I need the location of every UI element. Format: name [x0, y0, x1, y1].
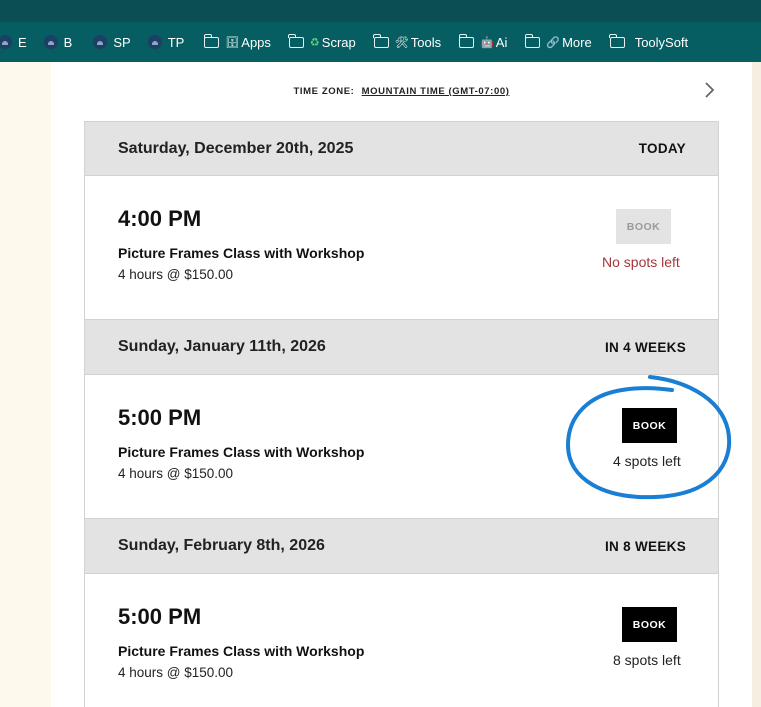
- bookmark-profile-sp[interactable]: SP: [93, 22, 131, 62]
- class-duration-price: 4 hours @ $150.00: [118, 267, 234, 282]
- timezone-selector-link[interactable]: MOUNTAIN TIME (GMT-07:00): [362, 86, 510, 97]
- bookmark-label: Tools: [410, 34, 442, 50]
- spots-remaining: No spots left: [602, 254, 680, 270]
- day-relative-label: IN 4 WEEKS: [604, 339, 686, 355]
- robot-icon: 🤖: [480, 35, 494, 49]
- day-date: Saturday, December 20th, 2025: [118, 139, 354, 157]
- bookmark-folder-more[interactable]: 🔗 More: [524, 22, 592, 62]
- tools-icon: 🛠: [394, 35, 409, 49]
- book-button-disabled: BOOK: [616, 209, 671, 244]
- browser-top-strip: [0, 0, 761, 22]
- slot-time: 5:00 PM: [118, 405, 202, 430]
- class-duration-price: 4 hours @ $150.00: [118, 665, 234, 680]
- day-relative-label: TODAY: [638, 141, 686, 156]
- slot-time: 5:00 PM: [118, 604, 202, 629]
- bookmark-label: E: [18, 34, 27, 50]
- profile-circle-icon: [147, 35, 162, 49]
- timezone-label: TIME ZONE:: [293, 86, 355, 97]
- book-button[interactable]: BOOK: [622, 607, 677, 642]
- day-date: Sunday, February 8th, 2026: [118, 537, 325, 554]
- slot-time: 4:00 PM: [118, 206, 202, 231]
- bookmark-folder-ai[interactable]: 🤖 Ai: [458, 22, 508, 62]
- schedule-list: Saturday, December 20th, 2025 TODAY 4:00…: [84, 121, 719, 707]
- folder-icon: [373, 34, 389, 48]
- bookmark-label: B: [63, 34, 73, 50]
- time-slot: 5:00 PM Picture Frames Class with Worksh…: [84, 574, 719, 707]
- profile-circle-icon: [0, 35, 12, 49]
- profile-circle-icon: [43, 35, 58, 49]
- bookmark-folder-apps[interactable]: 🗄 Apps: [203, 22, 271, 62]
- bookmark-label: SP: [113, 34, 131, 50]
- page-scroll-gutter: [752, 62, 761, 707]
- day-header: Sunday, February 8th, 2026 IN 8 WEEKS: [84, 519, 719, 574]
- bookmark-profile-b[interactable]: B: [43, 22, 73, 62]
- bookmark-label: More: [562, 34, 592, 50]
- bookmark-label: Scrap: [321, 34, 356, 50]
- time-slot: 5:00 PM Picture Frames Class with Worksh…: [84, 375, 719, 519]
- recycle-icon: ♻: [309, 35, 320, 49]
- bookmark-profile-tp[interactable]: TP: [147, 22, 185, 62]
- day-header: Sunday, January 11th, 2026 IN 4 WEEKS: [84, 320, 719, 375]
- day-date: Sunday, January 11th, 2026: [118, 338, 326, 355]
- bookmark-folder-scrap[interactable]: ♻ Scrap: [288, 22, 356, 62]
- spots-remaining: 8 spots left: [613, 652, 681, 668]
- spots-remaining: 4 spots left: [613, 453, 681, 469]
- folder-icon: [288, 34, 304, 48]
- bookmark-profile-e[interactable]: E: [0, 22, 27, 62]
- cabinet-icon: 🗄: [225, 35, 240, 49]
- folder-icon: [524, 34, 541, 48]
- folder-icon: [203, 34, 220, 48]
- time-slot: 4:00 PM Picture Frames Class with Worksh…: [84, 176, 719, 320]
- bookmark-label: Ai: [495, 34, 508, 50]
- class-duration-price: 4 hours @ $150.00: [118, 466, 234, 481]
- book-button[interactable]: BOOK: [622, 408, 677, 443]
- class-title: Picture Frames Class with Workshop: [118, 444, 365, 460]
- bookmark-label: ToolySoft: [634, 34, 689, 50]
- bookmark-folder-toolysoft[interactable]: ToolySoft: [609, 22, 689, 62]
- bookmark-label: Apps: [241, 34, 271, 50]
- booking-panel: TIME ZONE: MOUNTAIN TIME (GMT-07:00) Sat…: [51, 62, 752, 707]
- day-header: Saturday, December 20th, 2025 TODAY: [84, 121, 719, 176]
- profile-circle-icon: [93, 35, 108, 49]
- bookmarks-bar: E B SP TP 🗄 Apps ♻ Scrap 🛠 Tools 🤖 Ai 🔗 …: [0, 22, 761, 62]
- link-icon: 🔗: [546, 35, 561, 49]
- timezone-bar: TIME ZONE: MOUNTAIN TIME (GMT-07:00): [51, 86, 752, 97]
- day-relative-label: IN 8 WEEKS: [604, 538, 686, 554]
- bookmark-label: TP: [167, 34, 185, 50]
- class-title: Picture Frames Class with Workshop: [118, 643, 365, 659]
- folder-icon: [458, 34, 475, 48]
- folder-icon: [609, 34, 625, 48]
- class-title: Picture Frames Class with Workshop: [118, 245, 365, 261]
- chevron-right-icon[interactable]: [699, 80, 719, 100]
- bookmark-folder-tools[interactable]: 🛠 Tools: [373, 22, 442, 62]
